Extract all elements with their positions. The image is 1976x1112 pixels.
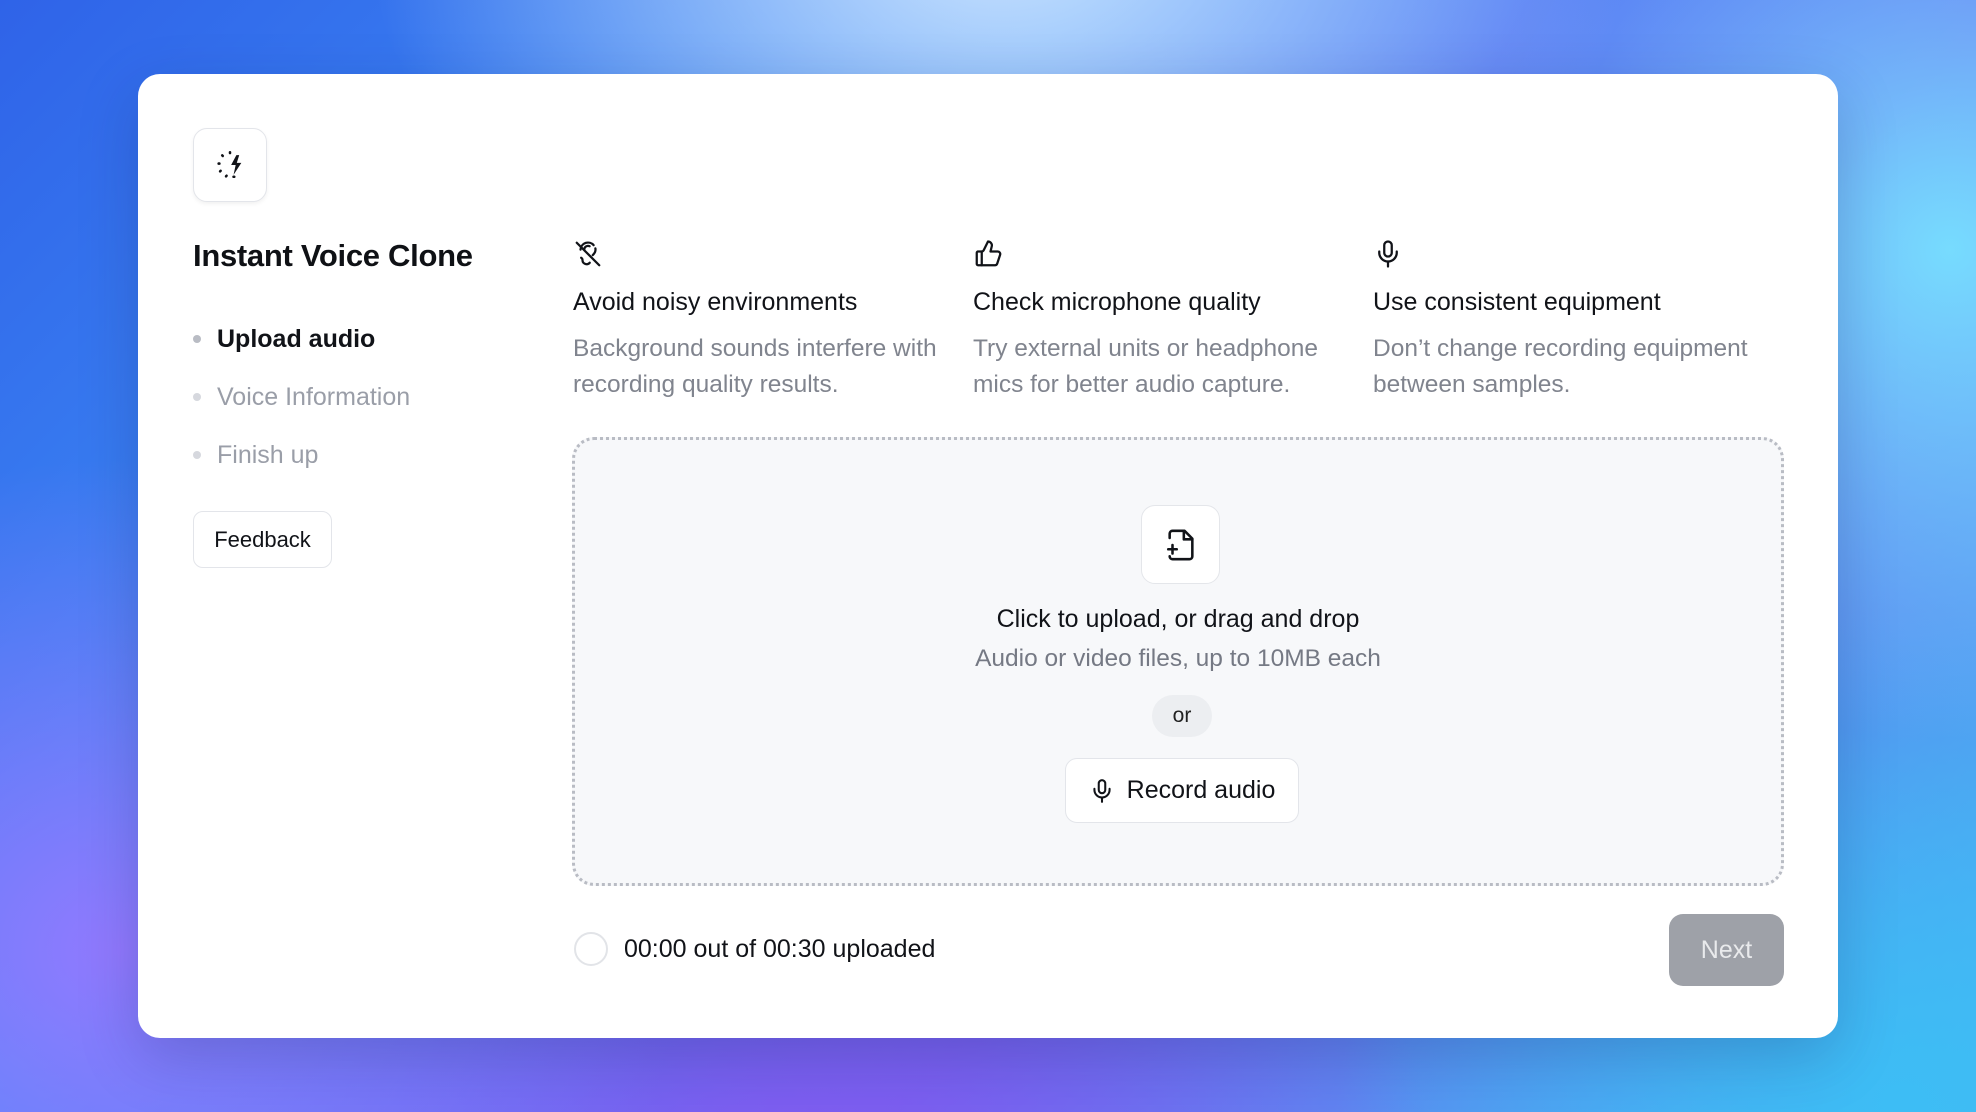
microphone-icon — [1093, 778, 1111, 803]
dropzone-subtitle: Audio or video files, up to 10MB each — [975, 645, 1381, 672]
or-divider: or — [1152, 695, 1212, 737]
tip-title: Check microphone quality — [973, 288, 1261, 316]
record-audio-label: Record audio — [1126, 776, 1276, 804]
step-list: Upload audio Voice Information Finish up — [193, 310, 410, 484]
step-bullet — [193, 451, 201, 459]
page-title: Instant Voice Clone — [193, 238, 473, 273]
recording-tips: Avoid noisy environments Background soun… — [573, 234, 1773, 403]
voice-clone-dialog: Instant Voice Clone Upload audio Voice I… — [138, 74, 1838, 1038]
next-button[interactable]: Next — [1669, 914, 1784, 986]
dropzone-title: Click to upload, or drag and drop — [996, 605, 1360, 633]
thumbs-up-icon — [975, 240, 1002, 267]
step-label: Voice Information — [217, 382, 411, 411]
step-voice-information: Voice Information — [193, 368, 410, 426]
step-bullet — [193, 393, 201, 401]
tip-consistent-equipment: Use consistent equipment Don’t change re… — [1373, 234, 1773, 403]
step-upload-audio: Upload audio — [193, 310, 410, 368]
file-plus-icon — [1166, 529, 1194, 560]
record-audio-button[interactable]: Record audio — [1065, 758, 1299, 823]
microphone-icon — [1378, 240, 1398, 268]
upload-tile — [1141, 505, 1220, 584]
upload-dropzone[interactable]: Click to upload, or drag and drop Audio … — [572, 437, 1784, 886]
progress-text: 00:00 out of 00:30 uploaded — [624, 934, 936, 963]
tip-description: Try external units or headphone mics for… — [973, 335, 1319, 398]
tip-avoid-noise: Avoid noisy environments Background soun… — [573, 234, 973, 403]
tip-description: Background sounds interfere with recordi… — [573, 335, 937, 398]
tip-title: Avoid noisy environments — [573, 288, 858, 316]
feedback-button[interactable]: Feedback — [193, 511, 332, 568]
step-label: Finish up — [217, 440, 319, 469]
app-logo — [193, 128, 267, 202]
tip-check-microphone: Check microphone quality Try external un… — [973, 234, 1373, 403]
step-label: Upload audio — [217, 324, 376, 353]
tip-description: Don’t change recording equipment between… — [1373, 335, 1748, 398]
step-finish-up: Finish up — [193, 426, 410, 484]
lightning-loader-icon — [217, 150, 242, 179]
ear-off-icon — [575, 241, 601, 267]
progress-ring — [574, 932, 608, 966]
step-bullet — [193, 335, 201, 343]
tip-title: Use consistent equipment — [1373, 288, 1661, 316]
upload-progress: 00:00 out of 00:30 uploaded — [574, 932, 935, 966]
